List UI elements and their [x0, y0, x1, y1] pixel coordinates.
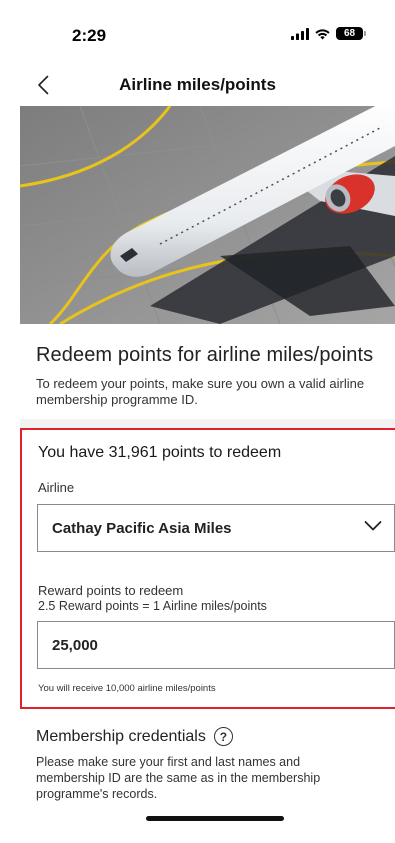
- redeem-form-panel: You have 31,961 points to redeem Airline…: [20, 428, 395, 709]
- section-divider: [20, 419, 395, 428]
- reward-points-field[interactable]: [37, 621, 395, 669]
- chevron-down-icon: [364, 521, 382, 531]
- home-indicator[interactable]: [146, 816, 284, 821]
- airline-selected-value: Cathay Pacific Asia Miles: [52, 520, 232, 537]
- redeem-section-title: Redeem points for airline miles/points: [36, 344, 374, 366]
- membership-title-text: Membership credentials: [36, 727, 206, 745]
- battery-level: 68: [343, 28, 356, 39]
- battery-icon: 68: [336, 27, 366, 40]
- wifi-icon: [315, 28, 330, 39]
- reward-points-input[interactable]: [52, 637, 352, 654]
- status-bar: 2:29 68: [0, 0, 395, 64]
- help-icon[interactable]: ?: [213, 727, 233, 746]
- status-icons: 68: [291, 27, 366, 40]
- cellular-signal-icon: [291, 27, 309, 40]
- redeem-section-description: To redeem your points, make sure you own…: [36, 376, 365, 407]
- airline-label: Airline: [38, 480, 75, 495]
- conversion-rate-text: 2.5 Reward points = 1 Airline miles/poin…: [38, 599, 267, 613]
- membership-credentials-heading: Membership credentials ?: [36, 727, 233, 746]
- hero-airplane-image: [20, 106, 395, 324]
- receive-miles-note: You will receive 10,000 airline miles/po…: [38, 683, 216, 694]
- navigation-bar: Airline miles/points: [0, 64, 395, 106]
- airline-select[interactable]: Cathay Pacific Asia Miles: [37, 504, 395, 552]
- reward-points-label: Reward points to redeem: [38, 583, 184, 598]
- points-balance-heading: You have 31,961 points to redeem: [38, 444, 282, 461]
- status-time: 2:29: [72, 26, 107, 45]
- membership-description: Please make sure your first and last nam…: [36, 755, 321, 801]
- page-title: Airline miles/points: [119, 75, 276, 94]
